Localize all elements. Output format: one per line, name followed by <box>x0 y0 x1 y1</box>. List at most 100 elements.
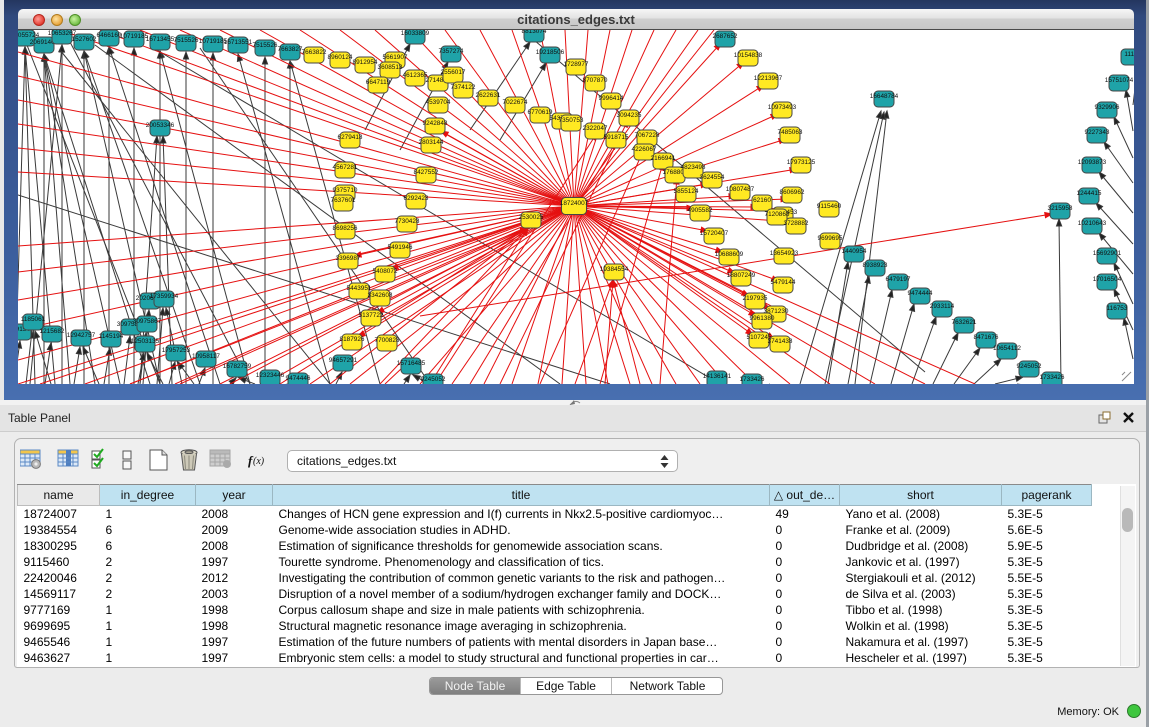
svg-text:9115460: 9115460 <box>817 203 842 210</box>
svg-text:7357274: 7357274 <box>439 48 464 55</box>
svg-text:8187926: 8187926 <box>340 336 365 343</box>
svg-text:2166941: 2166941 <box>651 155 676 162</box>
svg-text:10154838: 10154838 <box>734 52 763 59</box>
svg-text:10719185: 10719185 <box>120 33 149 40</box>
svg-text:7120868: 7120868 <box>765 211 790 218</box>
svg-text:2687652: 2687652 <box>713 33 738 40</box>
svg-text:1244415: 1244415 <box>1077 190 1102 197</box>
svg-text:10210643: 10210643 <box>1078 220 1107 227</box>
svg-text:9996414: 9996414 <box>599 95 624 102</box>
svg-text:7730428: 7730428 <box>395 218 420 225</box>
svg-text:12213967: 12213967 <box>754 75 783 82</box>
svg-text:5443951: 5443951 <box>347 285 372 292</box>
svg-text:16648784: 16648784 <box>870 93 899 100</box>
svg-text:4905582: 4905582 <box>688 207 713 214</box>
svg-text:7067228: 7067228 <box>635 132 660 139</box>
svg-text:8427552: 8427552 <box>414 169 439 176</box>
svg-text:6479197: 6479197 <box>886 276 911 283</box>
svg-text:1185061: 1185061 <box>21 316 46 323</box>
svg-text:1728977: 1728977 <box>564 61 589 68</box>
svg-text:10973493: 10973493 <box>768 104 797 111</box>
svg-text:7700828: 7700828 <box>375 337 400 344</box>
svg-text:19218506: 19218506 <box>536 49 565 56</box>
svg-text:1440954: 1440954 <box>842 248 867 255</box>
svg-text:8813074: 8813074 <box>522 30 547 35</box>
svg-text:3342608: 3342608 <box>368 292 393 299</box>
svg-text:7374122: 7374122 <box>451 84 476 91</box>
svg-text:5408072: 5408072 <box>373 268 398 275</box>
svg-text:9227343: 9227343 <box>1085 129 1110 136</box>
svg-text:8938923: 8938923 <box>863 262 888 269</box>
svg-text:6292423: 6292423 <box>404 195 429 202</box>
svg-text:3396987: 3396987 <box>336 255 361 262</box>
svg-text:8707870: 8707870 <box>583 77 608 84</box>
svg-text:16713551: 16713551 <box>224 39 253 46</box>
svg-text:7515526: 7515526 <box>174 37 199 44</box>
svg-text:19384554: 19384554 <box>600 266 629 273</box>
svg-text:1215682: 1215682 <box>40 328 65 335</box>
svg-text:16782759: 16782759 <box>223 363 252 370</box>
svg-text:5491946: 5491946 <box>388 244 413 251</box>
svg-text:7022674: 7022674 <box>503 99 528 106</box>
svg-text:3728882: 3728882 <box>784 220 809 227</box>
svg-text:116753: 116753 <box>1107 305 1128 312</box>
svg-text:8698256: 8698256 <box>333 225 358 232</box>
svg-text:9245052: 9245052 <box>1017 363 1042 370</box>
svg-text:3624554: 3624554 <box>700 174 725 181</box>
svg-text:3741438: 3741438 <box>768 338 793 345</box>
svg-text:7637601: 7637601 <box>331 197 356 204</box>
svg-text:2530025: 2530025 <box>519 214 544 221</box>
svg-text:8471676: 8471676 <box>974 334 999 341</box>
svg-text:8960124: 8960124 <box>328 54 353 61</box>
svg-text:2933114: 2933114 <box>930 303 955 310</box>
svg-text:6279418: 6279418 <box>338 134 363 141</box>
svg-text:9961380: 9961380 <box>750 315 775 322</box>
svg-text:30975867: 30975867 <box>133 318 162 325</box>
svg-text:4567281: 4567281 <box>333 164 358 171</box>
svg-text:18724007: 18724007 <box>560 200 589 207</box>
svg-text:8606962: 8606962 <box>780 189 805 196</box>
svg-text:6466160: 6466160 <box>97 32 122 39</box>
svg-text:2322047: 2322047 <box>583 125 608 132</box>
svg-text:5855124: 5855124 <box>674 188 699 195</box>
svg-text:20053346: 20053346 <box>146 122 175 129</box>
svg-text:2197935: 2197935 <box>743 295 768 302</box>
svg-text:17973125: 17973125 <box>787 159 816 166</box>
svg-text:15716485: 15716485 <box>397 360 426 367</box>
svg-text:16713455: 16713455 <box>146 36 175 43</box>
svg-text:12093873: 12093873 <box>1078 159 1107 166</box>
svg-text:1527602: 1527602 <box>72 36 97 43</box>
svg-text:1733426: 1733426 <box>1040 374 1065 381</box>
svg-text:5661907: 5661907 <box>383 54 408 61</box>
svg-text:7663827: 7663827 <box>278 46 303 53</box>
svg-text:7632621: 7632621 <box>952 319 977 326</box>
svg-text:4539704: 4539704 <box>426 99 451 106</box>
svg-text:12942757: 12942757 <box>67 332 96 339</box>
svg-text:2803144: 2803144 <box>419 139 444 146</box>
svg-text:2556017: 2556017 <box>441 69 466 76</box>
svg-text:9245052: 9245052 <box>421 376 446 383</box>
svg-text:7515526: 7515526 <box>253 42 278 49</box>
svg-text:16033809: 16033809 <box>401 30 430 37</box>
svg-text:10807487: 10807487 <box>726 186 755 193</box>
svg-text:94657291: 94657291 <box>329 357 358 364</box>
svg-text:10654112: 10654112 <box>993 345 1021 352</box>
svg-text:5918715: 5918715 <box>604 134 629 141</box>
svg-text:9329906: 9329906 <box>1095 104 1120 111</box>
svg-text:4612365: 4612365 <box>403 72 428 79</box>
svg-text:10958117: 10958117 <box>192 353 220 360</box>
svg-text:3608513: 3608513 <box>378 64 403 71</box>
svg-text:9699695: 9699695 <box>818 235 843 242</box>
svg-text:(x): (x) <box>253 456 265 467</box>
svg-text:10688609: 10688609 <box>715 251 744 258</box>
svg-text:2622631: 2622631 <box>476 92 501 99</box>
svg-text:1112: 1112 <box>1124 51 1134 58</box>
svg-text:8912954: 8912954 <box>353 59 378 66</box>
svg-text:9375710: 9375710 <box>333 187 358 194</box>
svg-text:15751074: 15751074 <box>1105 77 1134 84</box>
svg-text:18807249: 18807249 <box>727 272 756 279</box>
svg-text:7485063: 7485063 <box>778 129 803 136</box>
svg-text:9474446: 9474446 <box>286 375 311 382</box>
svg-text:4226067: 4226067 <box>632 146 657 153</box>
svg-text:17957253: 17957253 <box>162 347 191 354</box>
